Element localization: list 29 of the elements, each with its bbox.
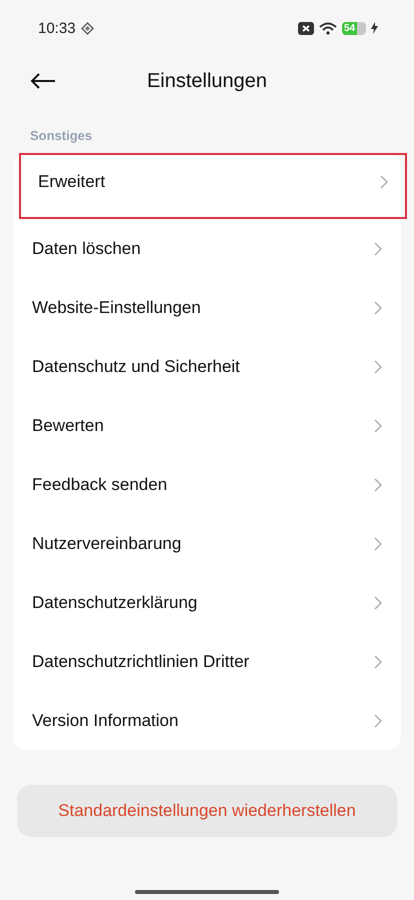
chevron-right-icon [374,714,382,728]
wifi-icon [319,22,337,34]
page-title: Einstellungen [146,70,268,92]
settings-item[interactable]: Nutzervereinbarung [13,514,401,573]
status-time: 10:33 [38,20,76,36]
settings-item[interactable]: Datenschutz und Sicherheit [13,337,401,396]
settings-item[interactable]: Bewerten [13,396,401,455]
no-sim-icon [298,22,314,34]
settings-item[interactable]: Erweitert [19,153,407,219]
diamond-icon [80,22,94,34]
settings-item[interactable]: Daten löschen [13,219,401,278]
chevron-right-icon [374,360,382,374]
settings-item[interactable]: Feedback senden [13,455,401,514]
chevron-right-icon [374,418,382,432]
settings-item[interactable]: Website-Einstellungen [13,278,401,337]
settings-item[interactable]: Datenschutzrichtlinien Dritter [13,632,401,691]
settings-item[interactable]: Datenschutzerklärung [13,573,401,632]
settings-item[interactable]: Version Information [13,691,401,750]
chevron-right-icon [374,654,382,668]
section-title: Sonstiges [29,127,94,142]
chevron-right-icon [374,478,382,492]
chevron-right-icon [374,300,382,314]
chevron-right-icon [374,536,382,550]
chevron-right-icon [374,596,382,610]
reset-button[interactable]: Standardeinstellungen wiederherstellen [17,785,397,837]
chevron-right-icon [380,175,388,189]
back-arrow-icon [30,72,56,90]
battery-level: 54 [342,22,357,34]
chevron-right-icon [374,242,382,256]
